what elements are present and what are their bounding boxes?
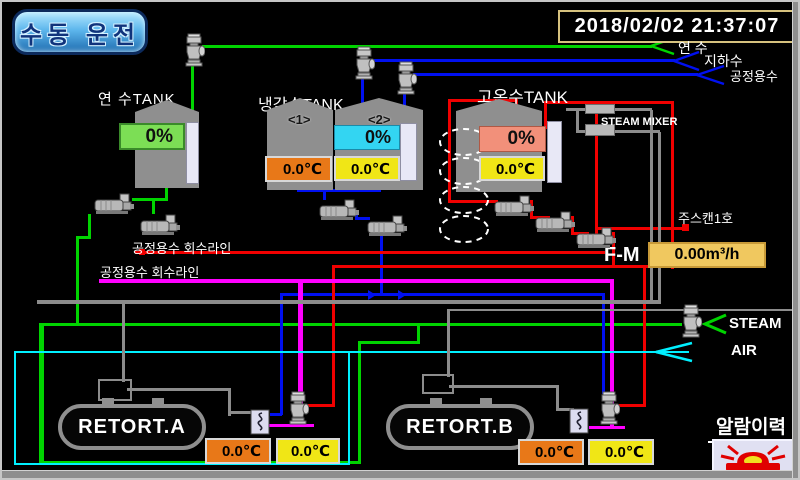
steam-arrow-icon xyxy=(702,313,728,335)
valve-icon[interactable] xyxy=(395,61,417,102)
pipe xyxy=(413,73,698,76)
retort-a-name: RETORT.A xyxy=(78,416,186,439)
retort-b-temp2: 0.0℃ xyxy=(588,439,654,465)
pump-icon[interactable] xyxy=(535,210,575,239)
retort-a-vessel[interactable]: RETORT.A xyxy=(58,404,206,450)
datetime-text: 2018/02/02 21:37:07 xyxy=(575,15,780,38)
steam-mixer-icon xyxy=(585,104,615,114)
flow-meter-value: 0.00m³/h xyxy=(675,246,740,264)
cooling-tank1-tag: <1> xyxy=(288,112,310,127)
valve-icon[interactable] xyxy=(353,46,375,87)
pipe xyxy=(202,45,652,48)
pipe xyxy=(658,132,661,302)
pipe xyxy=(332,265,335,407)
hot-tank-temp: 0.0℃ xyxy=(479,156,545,181)
manual-mode-label: 수동 운전 xyxy=(20,15,140,50)
retort-b-temp1-value: 0.0℃ xyxy=(535,443,574,461)
cooling-tank2-level-bar: 0% xyxy=(334,125,400,150)
hot-tank-level-value: 0% xyxy=(508,128,535,150)
cooling-tank2-level-value: 0% xyxy=(365,127,391,148)
soft-tank-level-value: 0% xyxy=(146,126,173,148)
pump-icon[interactable] xyxy=(94,192,134,221)
retort-a-temp2: 0.0℃ xyxy=(276,438,340,464)
retort-a-temp1: 0.0℃ xyxy=(205,438,271,464)
cooling-tank2-temp: 0.0℃ xyxy=(334,156,400,181)
hot-tank-level-bar: 0% xyxy=(479,126,546,152)
pipe xyxy=(15,351,689,353)
pipe xyxy=(650,110,653,302)
supply-label-process-water: 공정용수 xyxy=(730,66,778,85)
pipe xyxy=(127,388,231,391)
flow-direction-arrow xyxy=(368,290,376,300)
window-border-right xyxy=(792,2,798,478)
pipe xyxy=(14,351,16,465)
soft-tank-level-bar: 0% xyxy=(119,123,185,150)
steam-mixer-label: STEAM MIXER xyxy=(601,116,677,128)
alarm-beacon-icon xyxy=(718,444,788,472)
hot-tank-temp-value: 0.0℃ xyxy=(496,160,535,178)
pipe xyxy=(348,351,350,465)
pipe xyxy=(617,404,645,407)
pipe xyxy=(280,293,605,296)
pipe xyxy=(358,341,361,464)
retort-b-name: RETORT.B xyxy=(406,416,514,439)
valve-icon[interactable] xyxy=(183,33,205,74)
retort-b-vessel[interactable]: RETORT.B xyxy=(386,404,534,450)
pipe xyxy=(40,323,682,326)
datetime-display: 2018/02/02 21:37:07 xyxy=(558,10,796,43)
pipe xyxy=(280,293,283,415)
pipe xyxy=(76,236,79,326)
heat-exchanger-coil-icon xyxy=(569,408,589,439)
pipe xyxy=(37,300,661,304)
valve-icon[interactable] xyxy=(598,391,620,432)
manual-mode-button[interactable]: 수동 운전 xyxy=(12,9,148,55)
pipe xyxy=(417,323,420,343)
pipe xyxy=(448,309,792,311)
pump-icon[interactable] xyxy=(319,198,359,227)
retort-a-temp1-value: 0.0℃ xyxy=(222,442,261,460)
pipe xyxy=(447,309,450,377)
pipe xyxy=(122,302,125,382)
hmi-screen: 수동 운전 2018/02/02 21:37:07 연 수 지하수 공정용수 연… xyxy=(0,0,800,480)
cooling-tank1-temp: 0.0℃ xyxy=(265,156,332,182)
cooling-tank2-level-gauge xyxy=(400,123,417,181)
pump-icon[interactable] xyxy=(494,194,534,223)
cooling-tank2-temp-value: 0.0℃ xyxy=(351,160,390,178)
valve-icon[interactable] xyxy=(287,391,309,432)
pipe xyxy=(449,385,559,388)
flow-meter-display: 0.00m³/h xyxy=(648,242,766,268)
valve-icon[interactable] xyxy=(680,304,702,345)
pipe xyxy=(358,341,420,344)
soft-tank-level-gauge xyxy=(186,122,199,184)
window-border-bottom xyxy=(2,470,798,478)
flow-direction-arrow xyxy=(398,290,406,300)
steam-label: STEAM xyxy=(729,315,782,332)
pipe xyxy=(307,404,335,407)
retort-b-temp1: 0.0℃ xyxy=(518,439,584,465)
pipe xyxy=(270,413,282,416)
air-label: AIR xyxy=(731,342,757,359)
juice-line-label: 주스캔1호 xyxy=(678,208,733,227)
retort-a-temp2-value: 0.0℃ xyxy=(291,442,330,460)
heat-exchanger-coil-icon xyxy=(250,409,270,440)
pipe-junction-box xyxy=(422,374,454,394)
pump-icon[interactable] xyxy=(140,213,180,242)
hot-tank-level-gauge xyxy=(547,121,562,183)
recovery-line-2-label: 공정용수 회수라인 xyxy=(100,262,199,281)
pump-icon[interactable] xyxy=(367,214,407,243)
pipe xyxy=(39,323,44,464)
cooling-tank1-temp-value: 0.0℃ xyxy=(283,160,322,178)
retort-b-temp2-value: 0.0℃ xyxy=(605,443,644,461)
pipe xyxy=(643,265,646,407)
pump-icon[interactable] xyxy=(576,226,616,255)
pipe xyxy=(132,198,168,201)
pipe xyxy=(576,108,579,133)
